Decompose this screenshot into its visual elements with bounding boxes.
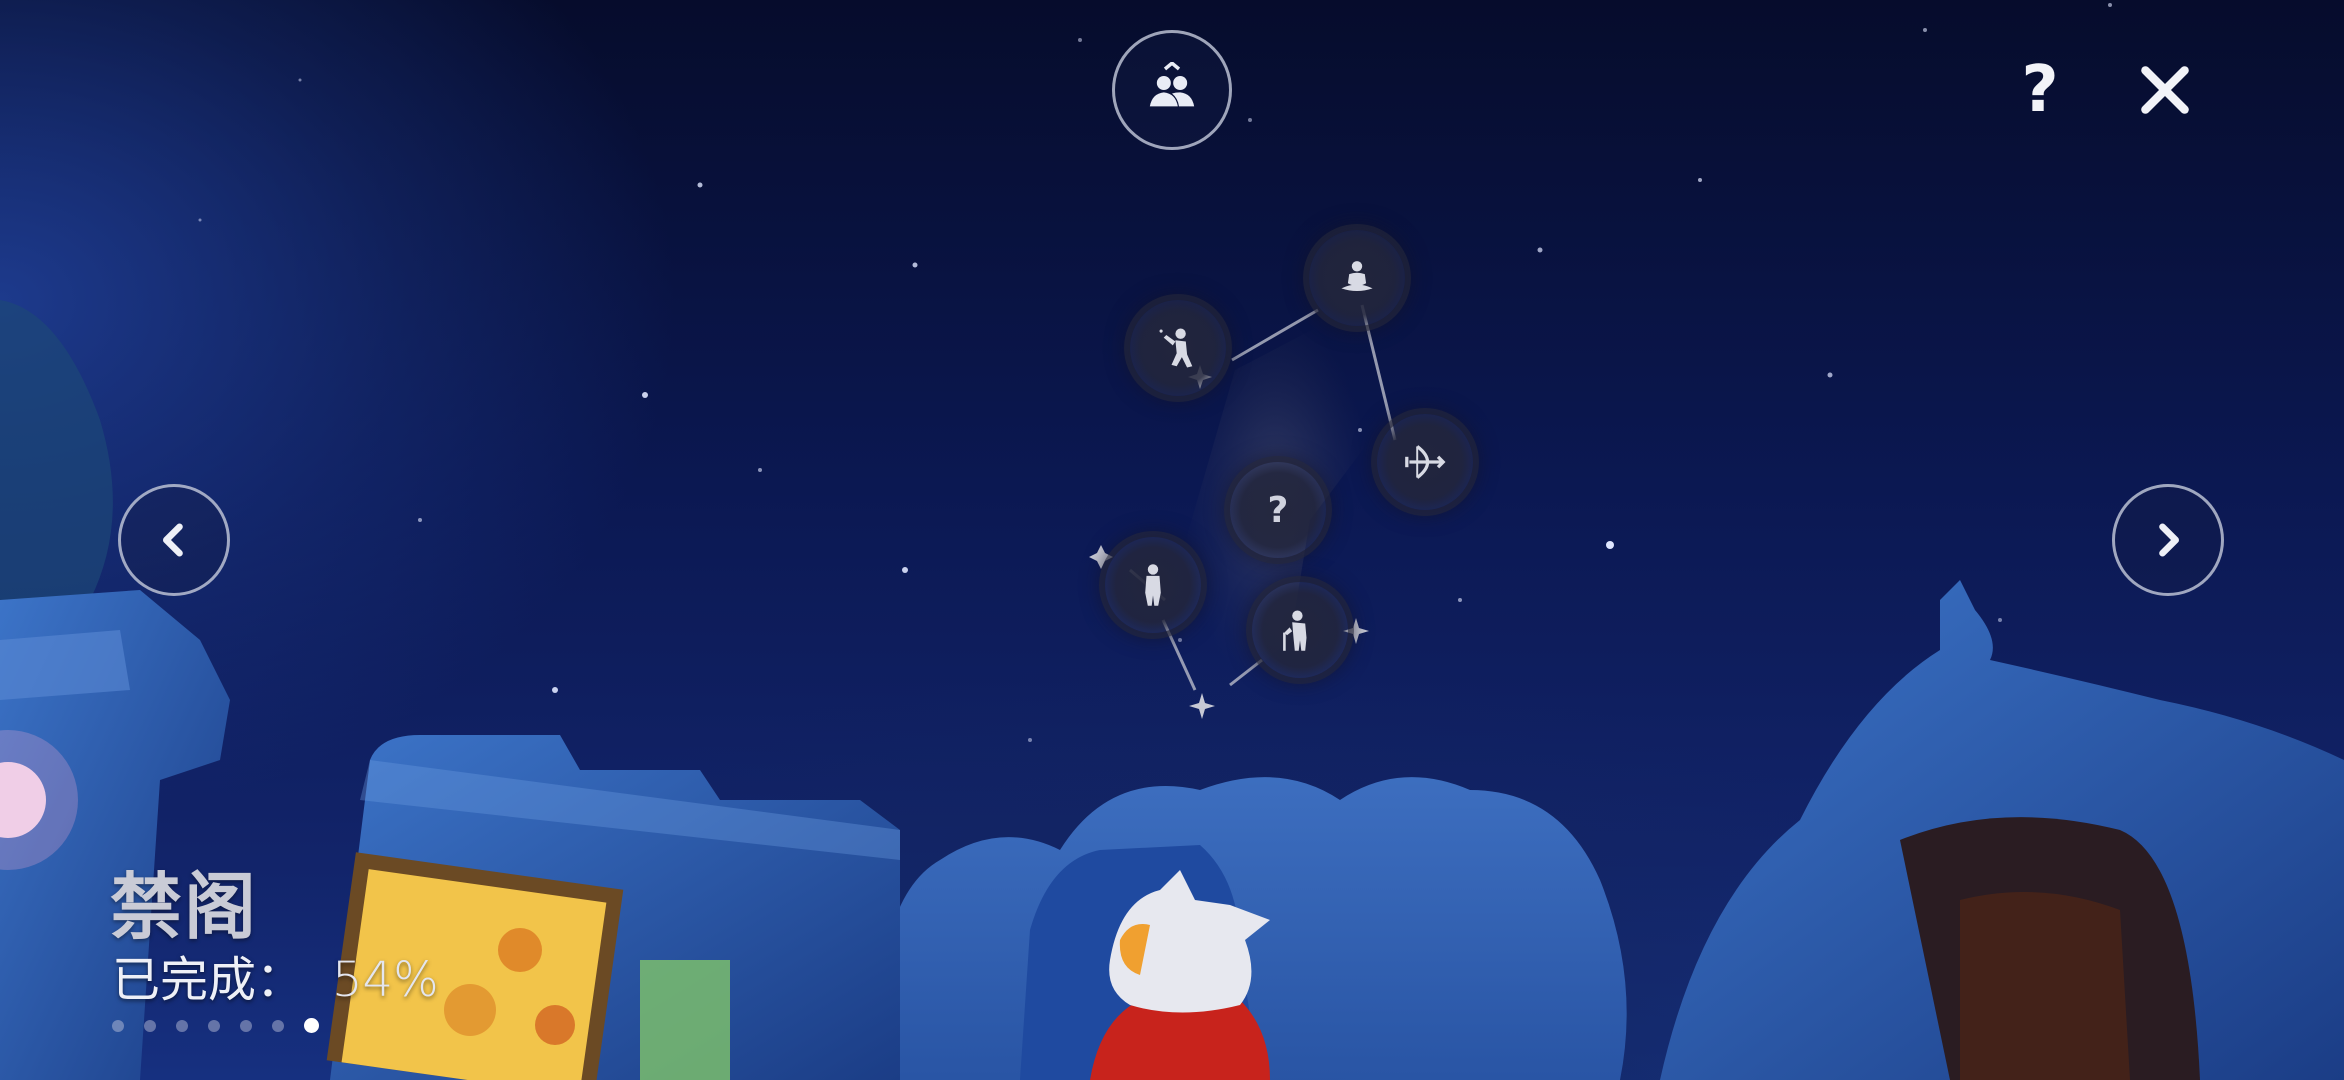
- page-dot[interactable]: [112, 1019, 124, 1032]
- page-dot[interactable]: [176, 1019, 188, 1032]
- game-scene: ? ? 禁阁 已完成： 54%: [0, 0, 2344, 1080]
- question-icon: ?: [1267, 489, 1289, 531]
- chevron-right-icon: [2159, 523, 2179, 557]
- page-dot[interactable]: [240, 1019, 252, 1032]
- friends-constellation-button[interactable]: [1112, 30, 1232, 150]
- standing-spirit-icon: [1145, 564, 1161, 606]
- completion-progress: 已完成： 54%: [112, 940, 439, 1010]
- meditating-spirit-icon: [1341, 261, 1373, 291]
- friends-up-icon: [1149, 62, 1195, 107]
- spirit-node-cane[interactable]: [1252, 582, 1348, 678]
- prev-area-button[interactable]: [118, 484, 230, 596]
- close-icon: [2141, 66, 2189, 114]
- area-title: 禁阁: [110, 865, 259, 949]
- area-pagination: [112, 1018, 319, 1033]
- next-area-button[interactable]: [2112, 484, 2224, 596]
- progress-label: 已完成：: [112, 952, 305, 1008]
- archer-spirit-icon: [1405, 445, 1446, 479]
- spirit-node-bow[interactable]: [1377, 414, 1473, 510]
- page-dot-active[interactable]: [304, 1018, 319, 1033]
- page-dot[interactable]: [144, 1019, 156, 1032]
- question-icon: ?: [2021, 53, 2059, 127]
- spirit-node-cheer[interactable]: [1130, 300, 1226, 396]
- spirit-node-meditate[interactable]: [1309, 230, 1405, 326]
- chevron-left-icon: [163, 523, 183, 557]
- help-button[interactable]: ?: [2010, 50, 2070, 130]
- waving-spirit-icon: [1159, 328, 1193, 368]
- progress-value: 54%: [332, 952, 439, 1008]
- close-button[interactable]: [2130, 55, 2200, 125]
- page-dot[interactable]: [208, 1019, 220, 1032]
- spirit-node-stand[interactable]: [1105, 537, 1201, 633]
- spirit-node-unknown[interactable]: ?: [1230, 462, 1326, 558]
- elder-cane-spirit-icon: [1283, 610, 1307, 651]
- page-dot[interactable]: [272, 1019, 284, 1032]
